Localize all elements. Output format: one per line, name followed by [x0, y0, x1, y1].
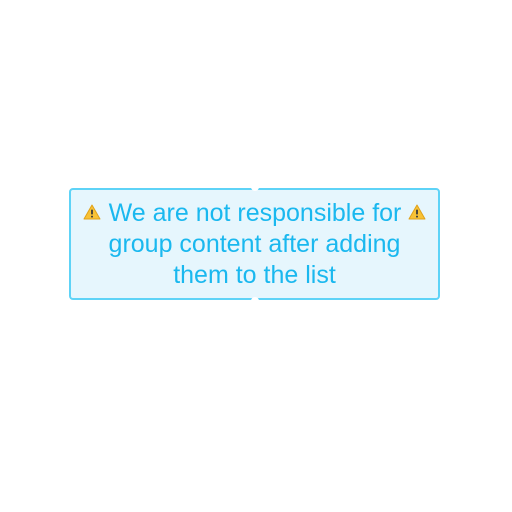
notice-text: We are not responsible for group content… [77, 198, 433, 291]
notice-box: We are not responsible for group content… [69, 187, 440, 301]
canvas: We are not responsible for group content… [0, 0, 512, 512]
notice-line-2: group content after adding [108, 229, 401, 258]
warning-icon [83, 204, 101, 219]
notice-line-1: We are not responsible for [108, 198, 402, 227]
warning-icon [408, 204, 426, 219]
box-notch-bottom [250, 297, 259, 301]
box-notch-top [250, 187, 259, 191]
notice-line-3: them to the list [173, 260, 336, 289]
